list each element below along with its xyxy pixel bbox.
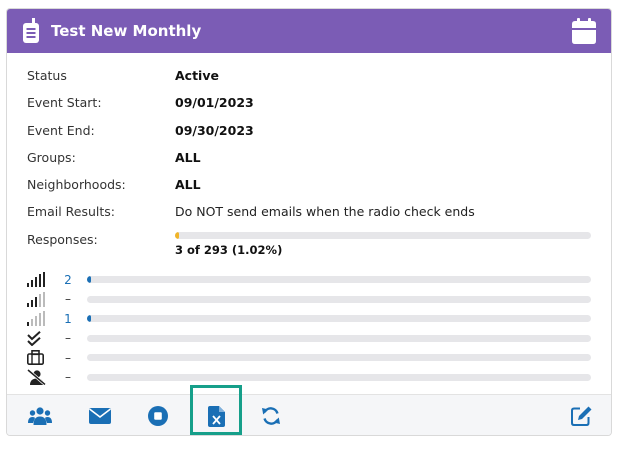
details-list: Status Active Event Start: 09/01/2023 Ev… xyxy=(7,53,611,264)
stat-row: – xyxy=(27,348,591,368)
detail-row-responses: Responses: 3 of 293 (1.02%) xyxy=(27,226,591,264)
stat-count: – xyxy=(65,331,71,346)
refresh-icon[interactable] xyxy=(258,403,284,429)
signal-medium-icon xyxy=(27,291,49,308)
stat-progress-track xyxy=(87,295,591,303)
calendar-icon[interactable] xyxy=(571,18,597,44)
stat-progress-fill xyxy=(87,315,91,323)
detail-label: Event Start: xyxy=(27,95,102,111)
stat-progress-track xyxy=(87,276,591,284)
responses-progress: 3 of 293 (1.02%) xyxy=(175,226,591,257)
stat-progress-fill xyxy=(87,276,91,284)
card-title: Test New Monthly xyxy=(51,22,202,40)
stat-count: – xyxy=(65,350,71,365)
excel-file-icon[interactable] xyxy=(203,403,229,429)
detail-row-event-start: Event Start: 09/01/2023 xyxy=(27,89,591,116)
stat-progress-track xyxy=(87,373,591,381)
stop-circle-icon[interactable] xyxy=(145,403,171,429)
responses-progress-fill xyxy=(175,231,180,239)
detail-row-neighborhoods: Neighborhoods: ALL xyxy=(27,171,591,198)
envelope-icon[interactable] xyxy=(87,403,113,429)
detail-value: ALL xyxy=(175,149,201,165)
detail-label: Neighborhoods: xyxy=(27,177,126,193)
handheld-radio-icon xyxy=(21,18,41,44)
stat-progress-track xyxy=(87,334,591,342)
stat-progress-track xyxy=(87,354,591,362)
detail-value: 09/30/2023 xyxy=(175,122,254,138)
detail-value: 09/01/2023 xyxy=(175,95,254,111)
stat-row: 1 xyxy=(27,309,591,329)
stat-count: – xyxy=(65,292,71,307)
stat-row: 2 xyxy=(27,270,591,290)
responses-progress-track xyxy=(175,231,591,239)
edit-icon[interactable] xyxy=(568,403,594,429)
detail-label: Groups: xyxy=(27,149,76,165)
stat-row: – xyxy=(27,328,591,348)
stat-row: – xyxy=(27,289,591,309)
detail-row-event-end: Event End: 09/30/2023 xyxy=(27,117,591,144)
stat-count: 1 xyxy=(64,311,72,326)
stat-count: 2 xyxy=(64,272,72,287)
signal-strong-icon xyxy=(27,271,49,288)
signal-weak-icon xyxy=(27,310,49,327)
stat-row: – xyxy=(27,367,591,387)
stat-count: – xyxy=(65,370,71,385)
detail-label: Responses: xyxy=(27,231,98,247)
detail-row-status: Status Active xyxy=(27,62,591,89)
detail-value: ALL xyxy=(175,177,201,193)
user-slash-icon xyxy=(27,369,49,386)
detail-label: Email Results: xyxy=(27,204,116,220)
briefcase-icon xyxy=(27,349,49,366)
detail-label: Status xyxy=(27,68,67,83)
stat-progress-track xyxy=(87,315,591,323)
users-icon[interactable] xyxy=(27,403,53,429)
radio-check-card: Test New Monthly Status Active Event Sta… xyxy=(6,8,612,436)
detail-label: Event End: xyxy=(27,122,95,138)
detail-value: Active xyxy=(175,68,219,83)
responses-caption: 3 of 293 (1.02%) xyxy=(175,242,283,257)
detail-row-groups: Groups: ALL xyxy=(27,144,591,171)
detail-row-email-results: Email Results: Do NOT send emails when t… xyxy=(27,198,591,225)
card-footer-toolbar xyxy=(7,385,611,435)
double-check-icon xyxy=(27,330,49,347)
detail-value: Do NOT send emails when the radio check … xyxy=(175,204,475,220)
signal-stats: 2 – 1 – – – xyxy=(7,264,611,387)
card-header: Test New Monthly xyxy=(7,9,611,53)
